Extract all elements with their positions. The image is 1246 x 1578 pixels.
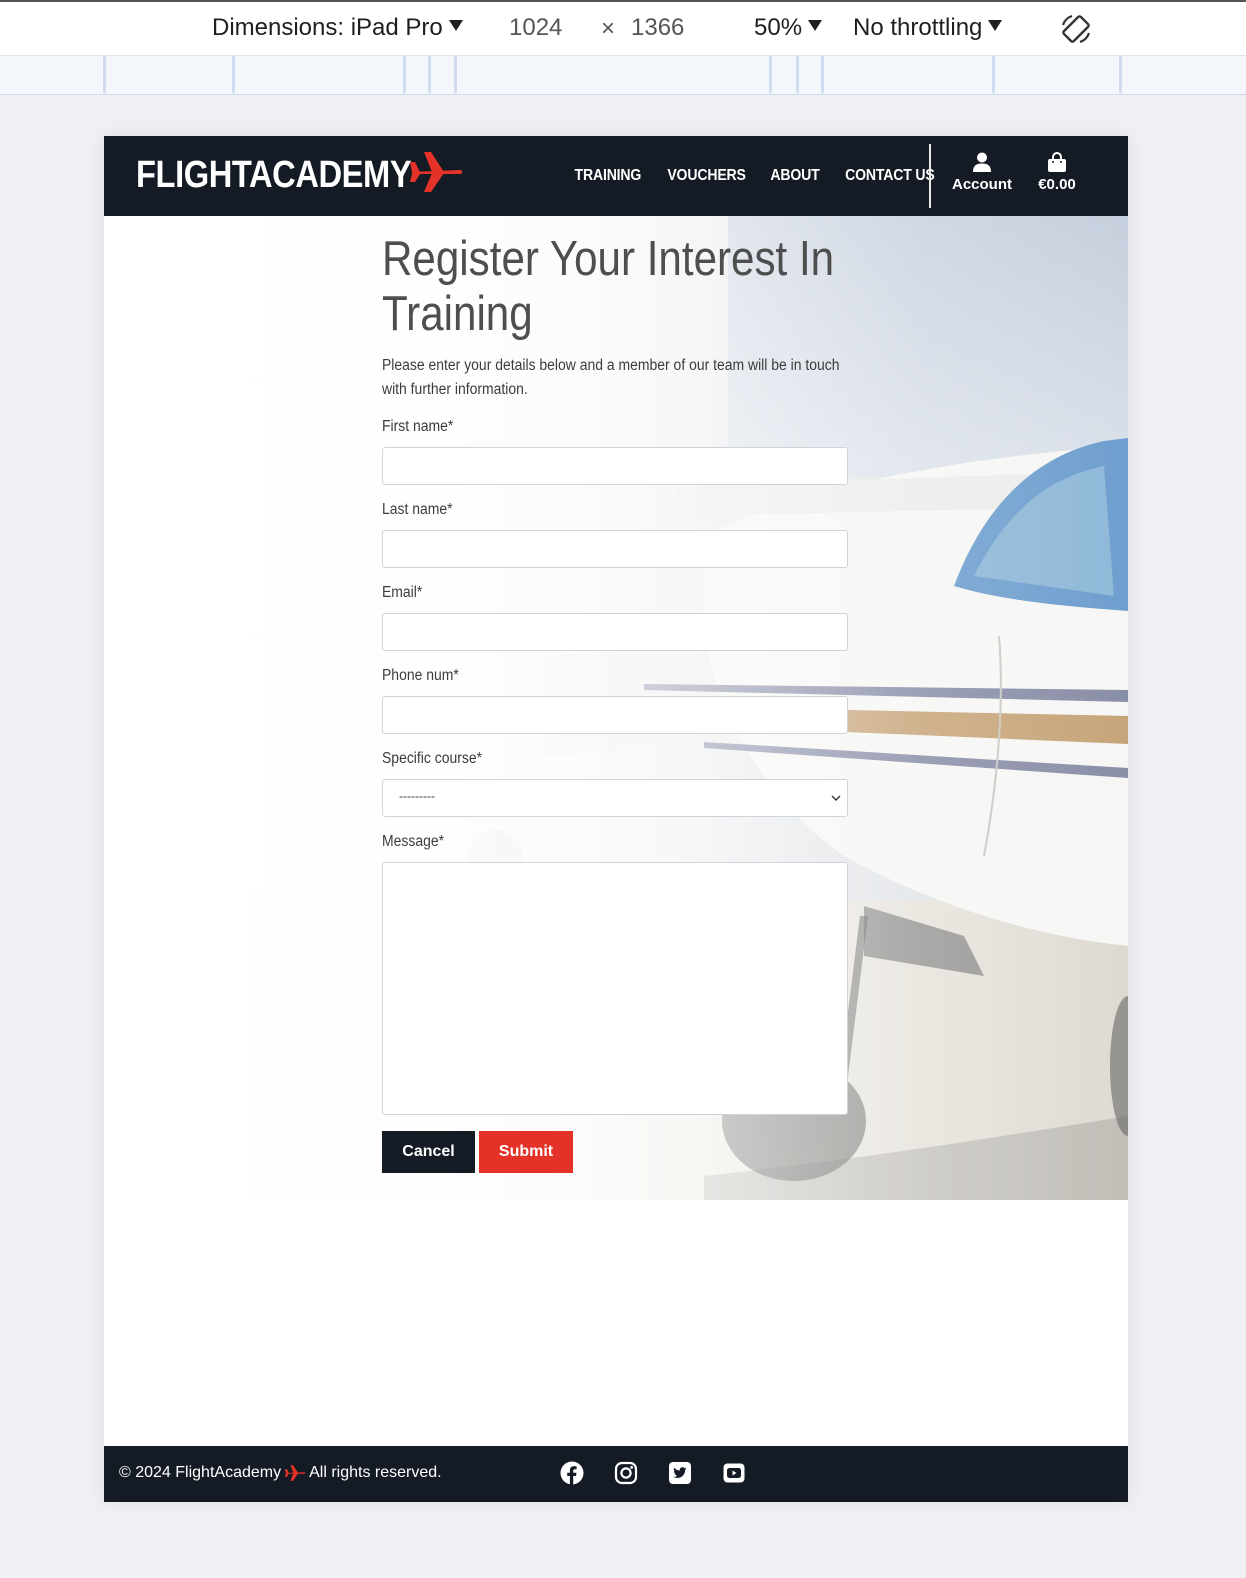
throttling-dropdown[interactable]: No throttling xyxy=(853,14,1003,42)
ruler-segment[interactable] xyxy=(232,56,403,93)
message-textarea[interactable] xyxy=(382,862,848,1115)
zoom-caret-icon xyxy=(808,20,823,31)
site-footer: © 2024 FlightAcademy All rights reserved… xyxy=(104,1446,1128,1502)
email-input[interactable] xyxy=(382,613,848,651)
dimensions-caret-icon xyxy=(448,20,463,31)
user-icon xyxy=(973,152,991,172)
copyright-prefix: © 2024 FlightAcademy xyxy=(119,1464,282,1481)
nav-link-vouchers[interactable]: VOUCHERS xyxy=(660,167,752,185)
devtools-toolbar: Dimensions: iPad Pro 1024 × 1366 50% No … xyxy=(0,0,1246,56)
ruler-segment[interactable] xyxy=(1119,56,1246,93)
nav-link-about[interactable]: ABOUT xyxy=(763,167,826,185)
dimensions-dropdown[interactable]: Dimensions: iPad Pro xyxy=(212,14,463,42)
ruler-segment[interactable] xyxy=(796,56,821,93)
youtube-icon[interactable] xyxy=(722,1461,746,1485)
dimensions-label: Dimensions: iPad Pro xyxy=(212,14,443,41)
form-intro: Please enter your details below and a me… xyxy=(382,357,840,398)
ruler-segment[interactable] xyxy=(769,56,796,93)
zoom-dropdown[interactable]: 50% xyxy=(754,14,823,42)
facebook-icon[interactable] xyxy=(560,1461,584,1485)
course-select[interactable]: --------- xyxy=(382,779,848,817)
zoom-label: 50% xyxy=(754,14,803,41)
nav-link-contact[interactable]: CONTACT US xyxy=(838,167,942,185)
ruler-segment[interactable] xyxy=(821,56,992,93)
course-select-value: --------- xyxy=(399,789,435,803)
chevron-down-icon xyxy=(831,795,841,801)
first-name-input[interactable] xyxy=(382,447,848,485)
page-title: Register Your Interest In Training xyxy=(382,232,835,341)
phone-input[interactable] xyxy=(382,696,848,734)
nav-divider xyxy=(929,144,931,208)
width-input[interactable]: 1024 xyxy=(509,14,562,42)
course-label: Specific course* xyxy=(382,750,483,767)
ruler-segment[interactable] xyxy=(403,56,428,93)
twitter-icon[interactable] xyxy=(668,1461,692,1485)
phone-label: Phone num* xyxy=(382,667,459,684)
cart-total: €0.00 xyxy=(1038,176,1076,193)
submit-button[interactable]: Submit xyxy=(479,1131,573,1173)
form-buttons: Cancel Submit xyxy=(382,1131,852,1173)
device-viewport: FLIGHTACADEMY TRAINING VOUCHERS ABOUT CO… xyxy=(104,136,1128,1502)
account-label: Account xyxy=(952,176,1012,193)
last-name-input[interactable] xyxy=(382,530,848,568)
ruler-segment[interactable] xyxy=(428,56,454,93)
throttling-caret-icon xyxy=(988,20,1003,31)
rotate-icon[interactable] xyxy=(1058,11,1094,47)
media-query-ruler xyxy=(0,56,1246,95)
last-name-label: Last name* xyxy=(382,501,453,518)
email-label: Email* xyxy=(382,584,423,601)
hero-section: Register Your Interest In Training Pleas… xyxy=(104,216,1128,1200)
message-label: Message* xyxy=(382,833,445,850)
instagram-icon[interactable] xyxy=(614,1461,638,1485)
plane-icon xyxy=(285,1465,306,1481)
first-name-label: First name* xyxy=(382,418,454,435)
footer-copyright: © 2024 FlightAcademy All rights reserved… xyxy=(119,1464,442,1482)
throttling-label: No throttling xyxy=(853,14,983,41)
times-icon: × xyxy=(601,15,616,42)
height-input[interactable]: 1366 xyxy=(631,14,684,42)
ruler-segment[interactable] xyxy=(992,56,1119,93)
site-navbar: FLIGHTACADEMY TRAINING VOUCHERS ABOUT CO… xyxy=(104,136,1128,216)
cart-link[interactable]: €0.00 xyxy=(1032,152,1082,193)
shopping-bag-icon xyxy=(1048,152,1066,172)
plane-icon xyxy=(410,152,462,192)
copyright-suffix: All rights reserved. xyxy=(309,1464,442,1481)
social-links xyxy=(560,1461,746,1485)
site-logo[interactable]: FLIGHTACADEMY xyxy=(136,154,412,197)
account-link[interactable]: Account xyxy=(952,152,1012,193)
cancel-button[interactable]: Cancel xyxy=(382,1131,475,1173)
ruler-segment[interactable] xyxy=(454,56,769,93)
main-nav: TRAINING VOUCHERS ABOUT CONTACT US xyxy=(562,167,948,185)
ruler-segment[interactable] xyxy=(103,56,232,93)
nav-link-training[interactable]: TRAINING xyxy=(568,167,649,185)
interest-form: Register Your Interest In Training Pleas… xyxy=(382,232,852,1173)
